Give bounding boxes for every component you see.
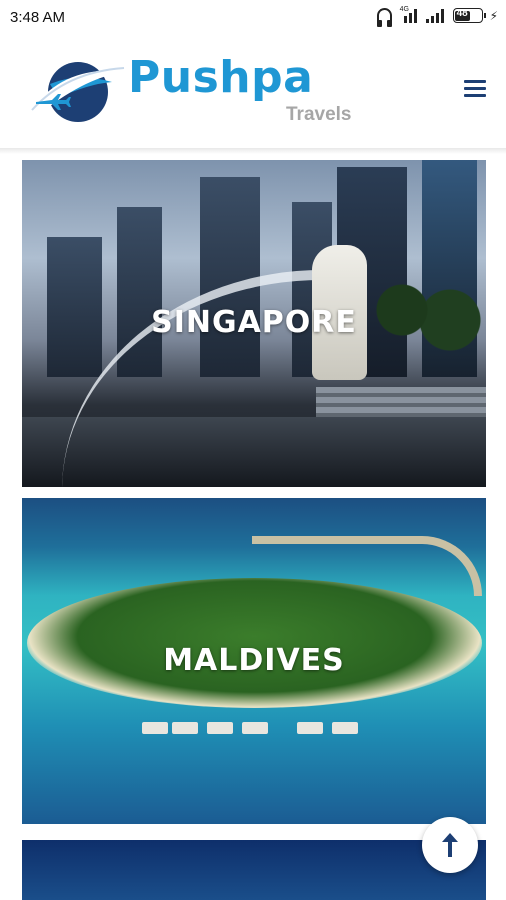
arrow-up-icon (442, 833, 458, 857)
destination-label: SINGAPORE (151, 305, 357, 340)
destination-card-singapore[interactable]: SINGAPORE (22, 160, 486, 487)
header-shadow (0, 148, 506, 154)
globe-airplane-icon (31, 62, 126, 122)
network-type-label: 4G (399, 5, 409, 13)
back-to-top-button[interactable] (422, 817, 478, 873)
destination-card-maldives[interactable]: MALDIVES (22, 498, 486, 824)
destination-label: MALDIVES (163, 643, 345, 678)
app-header: Pushpa Travels (0, 36, 506, 148)
brand-logo[interactable]: Pushpa Travels (28, 52, 368, 134)
battery-icon: 48 (452, 8, 486, 23)
status-time: 3:48 AM (10, 9, 66, 26)
brand-name: Pushpa (128, 52, 314, 103)
signal-icon-2 (425, 8, 446, 23)
signal-icon: 4G (399, 5, 419, 23)
status-icons: 4G 48 ⚡ (376, 5, 498, 27)
headset-icon (376, 8, 392, 27)
brand-subtitle: Travels (286, 104, 352, 125)
hamburger-menu-icon[interactable] (464, 80, 486, 100)
battery-level: 48 (456, 8, 468, 19)
status-bar: 3:48 AM 4G 48 ⚡ (0, 0, 506, 36)
charging-icon: ⚡ (489, 8, 498, 23)
destination-card-next[interactable] (22, 840, 486, 900)
